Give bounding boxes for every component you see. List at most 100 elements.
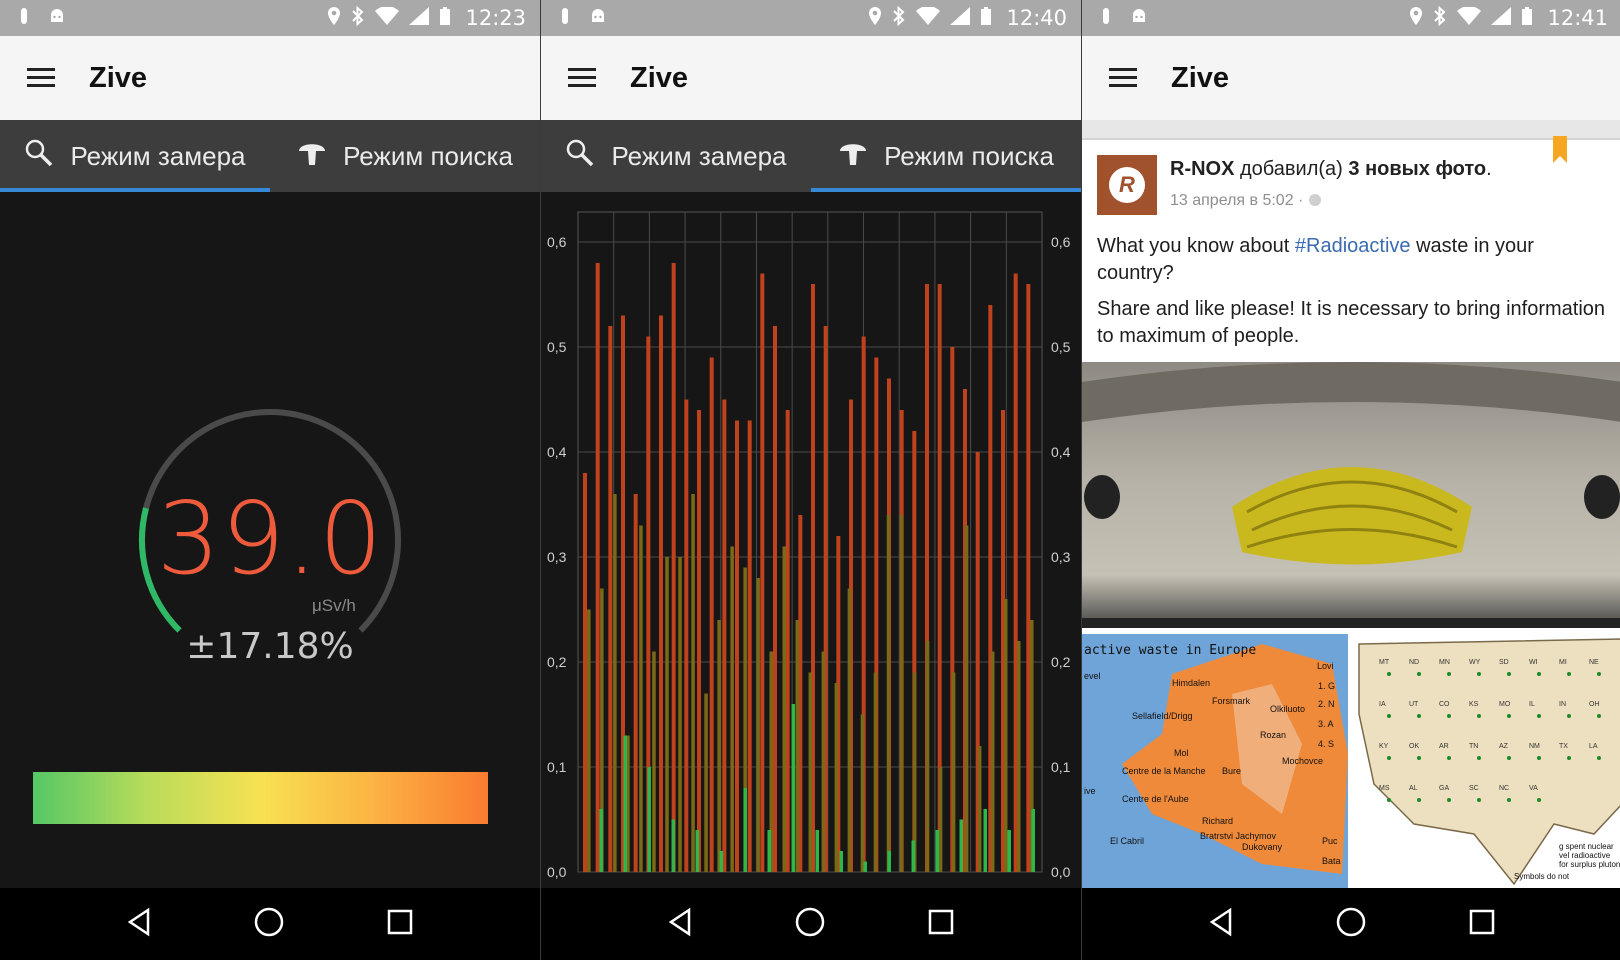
chart-bar bbox=[647, 767, 651, 872]
map-marker bbox=[1597, 672, 1601, 676]
post-text-1: What you know about #Radioactive waste i… bbox=[1097, 233, 1607, 287]
map-right-state-label: GA bbox=[1439, 785, 1449, 792]
rnox-logo-icon: R bbox=[1109, 167, 1145, 203]
bookmark-icon[interactable] bbox=[1552, 136, 1568, 169]
recents-icon[interactable] bbox=[1468, 908, 1496, 941]
chart-bar bbox=[951, 672, 956, 872]
chart-bar bbox=[886, 515, 891, 872]
map-marker bbox=[1387, 714, 1391, 718]
menu-icon[interactable] bbox=[1109, 68, 1137, 88]
system-nav-bar bbox=[0, 888, 540, 960]
post-time: 13 апреля в 5:02 · bbox=[1170, 192, 1322, 210]
battery-icon bbox=[980, 6, 992, 31]
chart-bar bbox=[1026, 284, 1031, 872]
search-icon bbox=[565, 138, 595, 175]
chart-bar bbox=[990, 651, 995, 872]
tab-measure-mode[interactable]: Режим замера bbox=[0, 120, 270, 192]
y-tick-label-left: 0,2 bbox=[547, 654, 567, 670]
wifi-icon bbox=[1457, 5, 1482, 30]
post-photo-storage-barrels[interactable] bbox=[1082, 362, 1620, 628]
chart-bar bbox=[697, 410, 701, 872]
chart-bar bbox=[767, 830, 771, 872]
screen-feed: 12:41 Zive R R-NOX добавил(а) 3 новых фо… bbox=[1082, 0, 1620, 960]
chart-bar bbox=[747, 420, 752, 872]
avatar[interactable]: R bbox=[1097, 155, 1157, 215]
map-right-state-label: WI bbox=[1529, 659, 1538, 666]
map-left-label: Sellafield/Drigg bbox=[1132, 711, 1193, 721]
recents-icon[interactable] bbox=[386, 908, 414, 941]
map-left-label: 2. N bbox=[1318, 699, 1335, 709]
map-right-state-label: NE bbox=[1589, 659, 1599, 666]
map-right-state-label: TX bbox=[1559, 743, 1568, 750]
menu-icon[interactable] bbox=[568, 68, 596, 88]
y-tick-label-right: 0,5 bbox=[1051, 339, 1071, 355]
chart-bar bbox=[678, 557, 682, 872]
chart-bar bbox=[722, 399, 727, 872]
map-marker bbox=[1507, 672, 1511, 676]
map-left-label: Bure bbox=[1222, 766, 1241, 776]
bluetooth-icon bbox=[892, 5, 906, 31]
map-marker bbox=[1477, 714, 1481, 718]
chart-bar bbox=[782, 546, 786, 872]
chart-bar bbox=[743, 788, 747, 872]
status-time: 12:40 bbox=[1006, 6, 1067, 30]
home-icon[interactable] bbox=[794, 906, 826, 943]
mushroom-icon bbox=[297, 138, 327, 175]
tab-label: Режим замера bbox=[70, 140, 246, 171]
back-icon[interactable] bbox=[1208, 907, 1234, 942]
home-icon[interactable] bbox=[1335, 906, 1367, 943]
tab-search-mode[interactable]: Режим поиска bbox=[270, 120, 540, 192]
map-left-label: Dukovany bbox=[1242, 842, 1283, 852]
map-left-label: 4. S bbox=[1318, 739, 1334, 749]
chart-bar bbox=[911, 840, 915, 872]
status-time: 12:23 bbox=[465, 6, 526, 30]
menu-icon[interactable] bbox=[27, 68, 55, 88]
chart-bar bbox=[695, 830, 699, 872]
map-right-state-label: MO bbox=[1499, 701, 1511, 708]
map-left-label: Centre de l'Aube bbox=[1122, 794, 1189, 804]
map-right-state-label: AL bbox=[1409, 785, 1418, 792]
map-marker bbox=[1387, 672, 1391, 676]
chart-bar bbox=[1007, 830, 1011, 872]
system-nav-bar bbox=[541, 888, 1081, 960]
tab-measure-mode[interactable]: Режим замера bbox=[541, 120, 811, 192]
tab-label: Режим поиска bbox=[343, 140, 513, 171]
map-right-state-label: IA bbox=[1379, 701, 1386, 708]
map-right-note: vel radioactive bbox=[1559, 851, 1611, 860]
back-icon[interactable] bbox=[126, 907, 152, 942]
chart-bar bbox=[587, 609, 591, 872]
usb-debug-icon bbox=[18, 6, 30, 31]
recents-icon[interactable] bbox=[927, 908, 955, 941]
map-marker bbox=[1417, 714, 1421, 718]
chart-bar bbox=[959, 819, 963, 872]
post-author[interactable]: R-NOX bbox=[1170, 158, 1234, 180]
back-icon[interactable] bbox=[667, 907, 693, 942]
post-photo-usa-map[interactable]: MT ND MN WY SD WI MI NE IA UT CO KS MO IL IN OH KY OK AR TN… bbox=[1354, 634, 1620, 888]
map-right-state-label: NM bbox=[1529, 743, 1540, 750]
globe-icon bbox=[1308, 194, 1321, 206]
y-tick-label-right: 0,1 bbox=[1051, 759, 1071, 775]
map-right-state-label: VA bbox=[1529, 785, 1538, 792]
search-icon bbox=[24, 138, 54, 175]
map-left-label: Centre de la Manche bbox=[1122, 766, 1206, 776]
map-marker bbox=[1417, 756, 1421, 760]
map-right-state-label: MT bbox=[1379, 659, 1390, 666]
hashtag-link[interactable]: #Radioactive bbox=[1295, 235, 1411, 257]
location-icon bbox=[868, 6, 882, 31]
post-photo-europe-map[interactable]: active waste in Europe evel HimdalenForsm… bbox=[1082, 634, 1348, 888]
home-icon[interactable] bbox=[253, 906, 285, 943]
map-right-note: g spent nuclear bbox=[1559, 842, 1614, 851]
tab-search-mode[interactable]: Режим поиска bbox=[811, 120, 1081, 192]
mode-tabs: Режим замера Режим поиска bbox=[541, 120, 1081, 192]
radiation-bar-chart: 0,0 0,0 0,1 0,1 0,2 0,2 0,3 0,3 0,4 0,4 0,5 0,5 0,6 0… bbox=[547, 211, 1071, 880]
android-icon bbox=[1130, 7, 1148, 30]
chart-bar bbox=[659, 315, 663, 872]
status-time: 12:41 bbox=[1547, 6, 1608, 30]
chart-bar bbox=[613, 494, 617, 872]
post-object[interactable]: 3 новых фото bbox=[1348, 158, 1486, 180]
chart-bar bbox=[925, 641, 930, 872]
map-left-label: Mol bbox=[1174, 748, 1189, 758]
map-left-label: Richard bbox=[1202, 816, 1233, 826]
chart-bar bbox=[652, 651, 656, 872]
post-time-text: 13 апреля в 5:02 · bbox=[1170, 192, 1304, 209]
